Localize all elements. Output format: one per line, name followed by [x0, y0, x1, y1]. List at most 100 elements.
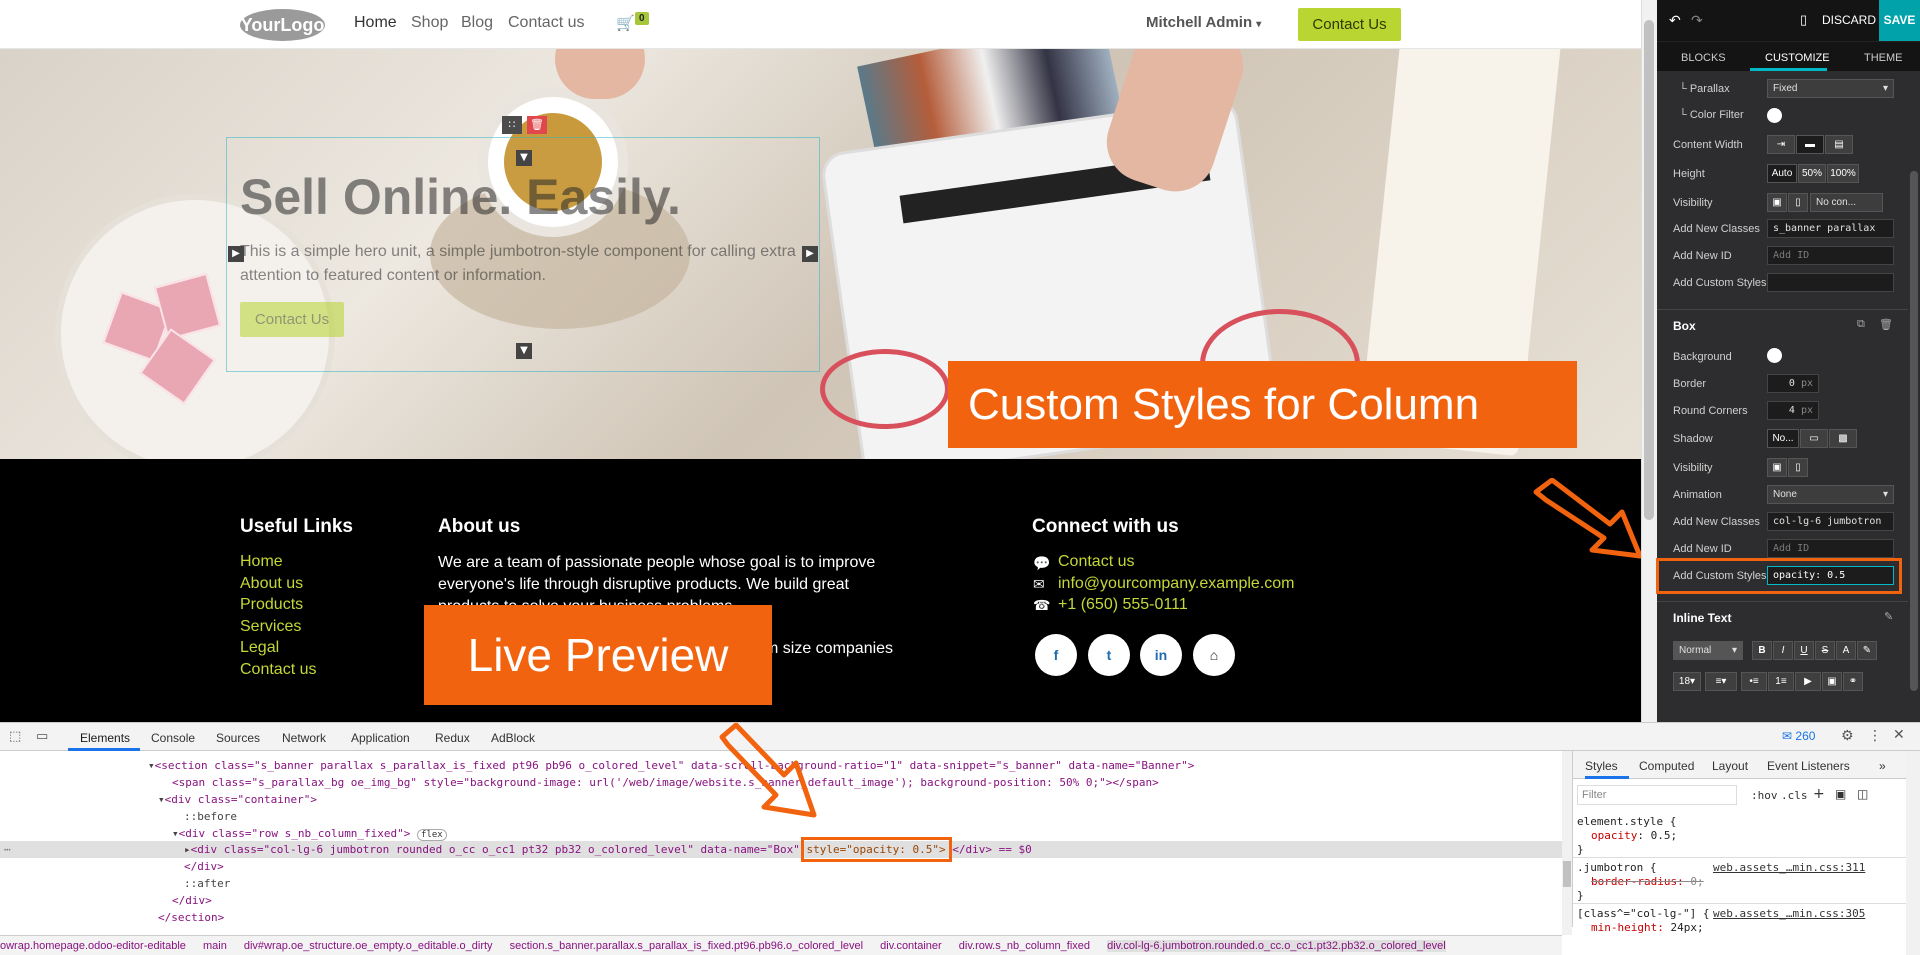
rule-source-link[interactable]: web.assets_…min.css:305	[1713, 907, 1865, 920]
resize-down-arrow-icon[interactable]: ▼	[516, 343, 532, 359]
strikethrough-icon[interactable]: S	[1815, 641, 1835, 660]
sidebar-toggle-icon[interactable]: ◫	[1857, 787, 1868, 801]
resize-right-arrow-icon[interactable]: ▶	[802, 246, 818, 262]
dom-scrollbar-thumb[interactable]	[1563, 861, 1571, 887]
dom-line[interactable]: ::after	[184, 875, 230, 892]
device-toolbar-icon[interactable]: ▭	[36, 729, 48, 744]
footer-link-products[interactable]: Products	[240, 596, 303, 614]
issues-counter[interactable]: ✉ 260	[1782, 729, 1815, 743]
dom-line[interactable]: </section>	[158, 909, 224, 926]
class-toggle[interactable]: .cls	[1781, 789, 1808, 802]
dom-line[interactable]: ▾<section class="s_banner parallax s_par…	[148, 757, 1194, 774]
cart-icon[interactable]: 🛒	[616, 14, 635, 32]
breadcrumb-item[interactable]: section.s_banner.parallax.s_parallax_is_…	[510, 940, 863, 952]
color-filter-swatch[interactable]	[1767, 108, 1782, 123]
footer-link-about[interactable]: About us	[240, 575, 303, 593]
tab-styles[interactable]: Styles	[1585, 759, 1618, 773]
tab-elements[interactable]: Elements	[80, 731, 130, 745]
duplicate-icon[interactable]: ⧉	[1857, 318, 1865, 331]
breadcrumb-item[interactable]: div.container	[880, 940, 942, 952]
box-mobile-visibility-icon[interactable]: ▯	[1788, 458, 1808, 477]
text-format-select[interactable]: Normal ▾	[1673, 641, 1743, 660]
styles-scrollbar[interactable]	[1906, 751, 1920, 955]
discard-button[interactable]: DISCARD	[1822, 13, 1876, 27]
parallax-select[interactable]: Fixed ▾	[1767, 79, 1894, 98]
hero-contact-button[interactable]: Contact Us	[240, 302, 344, 337]
footer-link-legal[interactable]: Legal	[240, 639, 279, 657]
nav-link-shop[interactable]: Shop	[411, 14, 448, 32]
width-regular-icon[interactable]: ▬	[1796, 135, 1824, 154]
italic-icon[interactable]: I	[1773, 641, 1793, 660]
linkedin-icon[interactable]: in	[1140, 634, 1182, 676]
footer-link-contact[interactable]: Contact us	[240, 661, 316, 679]
connect-contact-link[interactable]: Contact us	[1058, 553, 1134, 571]
banner-classes-input[interactable]: s_banner parallax	[1767, 219, 1894, 238]
box-classes-input[interactable]: col-lg-6 jumbotron	[1767, 512, 1894, 531]
dom-line[interactable]: ▾<div class="container">	[158, 791, 317, 808]
undo-icon[interactable]: ↶	[1669, 12, 1681, 29]
font-size-select[interactable]: 18▾	[1673, 672, 1701, 691]
close-icon[interactable]: ✕	[1893, 727, 1905, 743]
paint-icon[interactable]: ▣	[1835, 787, 1846, 801]
hover-state-toggle[interactable]: :hov	[1751, 789, 1778, 802]
nav-link-home[interactable]: Home	[354, 14, 397, 32]
link-icon[interactable]: ⚭	[1843, 672, 1863, 691]
dom-line[interactable]: ::before	[184, 808, 237, 825]
box-background-swatch[interactable]	[1767, 348, 1782, 363]
connect-phone-link[interactable]: +1 (650) 555-0111	[1058, 596, 1188, 614]
more-tabs-icon[interactable]: »	[1879, 759, 1886, 773]
nav-link-blog[interactable]: Blog	[461, 14, 493, 32]
width-full-icon[interactable]: ▤	[1825, 135, 1853, 154]
banner-id-input[interactable]: Add ID	[1767, 246, 1894, 265]
media-icon[interactable]: ▣	[1822, 672, 1842, 691]
breadcrumb-item[interactable]: div.row.s_nb_column_fixed	[959, 940, 1090, 952]
breadcrumb-item[interactable]: main	[203, 940, 227, 952]
settings-gear-icon[interactable]: ⚙	[1841, 728, 1854, 744]
nav-contact-button[interactable]: Contact Us	[1298, 8, 1401, 41]
font-color-icon[interactable]: A	[1836, 641, 1856, 660]
underline-icon[interactable]: U	[1794, 641, 1814, 660]
shadow-outset-icon[interactable]: ▭	[1800, 429, 1828, 448]
desktop-visibility-icon[interactable]: ▣	[1767, 193, 1787, 212]
highlight-color-icon[interactable]: ✎	[1857, 641, 1877, 660]
rule-declaration[interactable]: border-radius: 0;	[1591, 875, 1704, 888]
dom-line[interactable]: </div>	[184, 858, 224, 875]
panel-scrollbar-thumb[interactable]	[1910, 171, 1918, 691]
checklist-icon[interactable]: ▶	[1795, 672, 1821, 691]
trash-icon[interactable]: 🗑	[1879, 318, 1893, 331]
tab-blocks[interactable]: BLOCKS	[1681, 52, 1726, 64]
panel-scrollbar[interactable]	[1908, 71, 1920, 722]
tab-layout[interactable]: Layout	[1712, 759, 1748, 773]
height-100-button[interactable]: 100%	[1827, 164, 1859, 183]
box-desktop-visibility-icon[interactable]: ▣	[1767, 458, 1787, 477]
tab-sources[interactable]: Sources	[216, 731, 260, 745]
tab-customize[interactable]: CUSTOMIZE	[1765, 52, 1830, 64]
bullet-list-icon[interactable]: •≡	[1741, 672, 1767, 691]
tab-network[interactable]: Network	[282, 731, 326, 745]
tab-theme[interactable]: THEME	[1864, 52, 1903, 64]
site-logo[interactable]: YourLogo	[240, 9, 325, 41]
visibility-condition-select[interactable]: No con...	[1810, 193, 1883, 212]
tab-event-listeners[interactable]: Event Listeners	[1767, 759, 1850, 773]
width-small-icon[interactable]: ⇥	[1767, 135, 1795, 154]
dom-line-selected[interactable]: ▸<div class="col-lg-6 jumbotron rounded …	[184, 837, 1032, 862]
rule-declaration[interactable]: min-height: 24px;	[1591, 921, 1704, 934]
tab-redux[interactable]: Redux	[435, 731, 470, 745]
site-scrollbar-thumb[interactable]	[1644, 20, 1654, 520]
numbered-list-icon[interactable]: 1≡	[1768, 672, 1794, 691]
move-handle-icon[interactable]: ∷	[502, 116, 522, 134]
shadow-none-button[interactable]: No...	[1767, 429, 1799, 448]
tab-computed[interactable]: Computed	[1639, 759, 1694, 773]
box-border-input[interactable]: 0 px	[1767, 374, 1819, 393]
facebook-icon[interactable]: f	[1035, 634, 1077, 676]
box-animation-select[interactable]: None ▾	[1767, 485, 1894, 504]
dom-line[interactable]: </div>	[172, 892, 212, 909]
box-id-input[interactable]: Add ID	[1767, 539, 1894, 558]
redo-icon[interactable]: ↷	[1691, 12, 1703, 29]
hero-lead[interactable]: This is a simple hero unit, a simple jum…	[240, 240, 800, 288]
banner-custom-styles-input[interactable]	[1767, 273, 1894, 292]
connect-email-link[interactable]: info@yourcompany.example.com	[1058, 575, 1295, 593]
dom-line[interactable]: ▾<div class="row s_nb_column_fixed"> fle…	[172, 825, 447, 842]
add-rule-icon[interactable]: +	[1813, 786, 1825, 802]
flex-badge[interactable]: flex	[417, 829, 447, 841]
